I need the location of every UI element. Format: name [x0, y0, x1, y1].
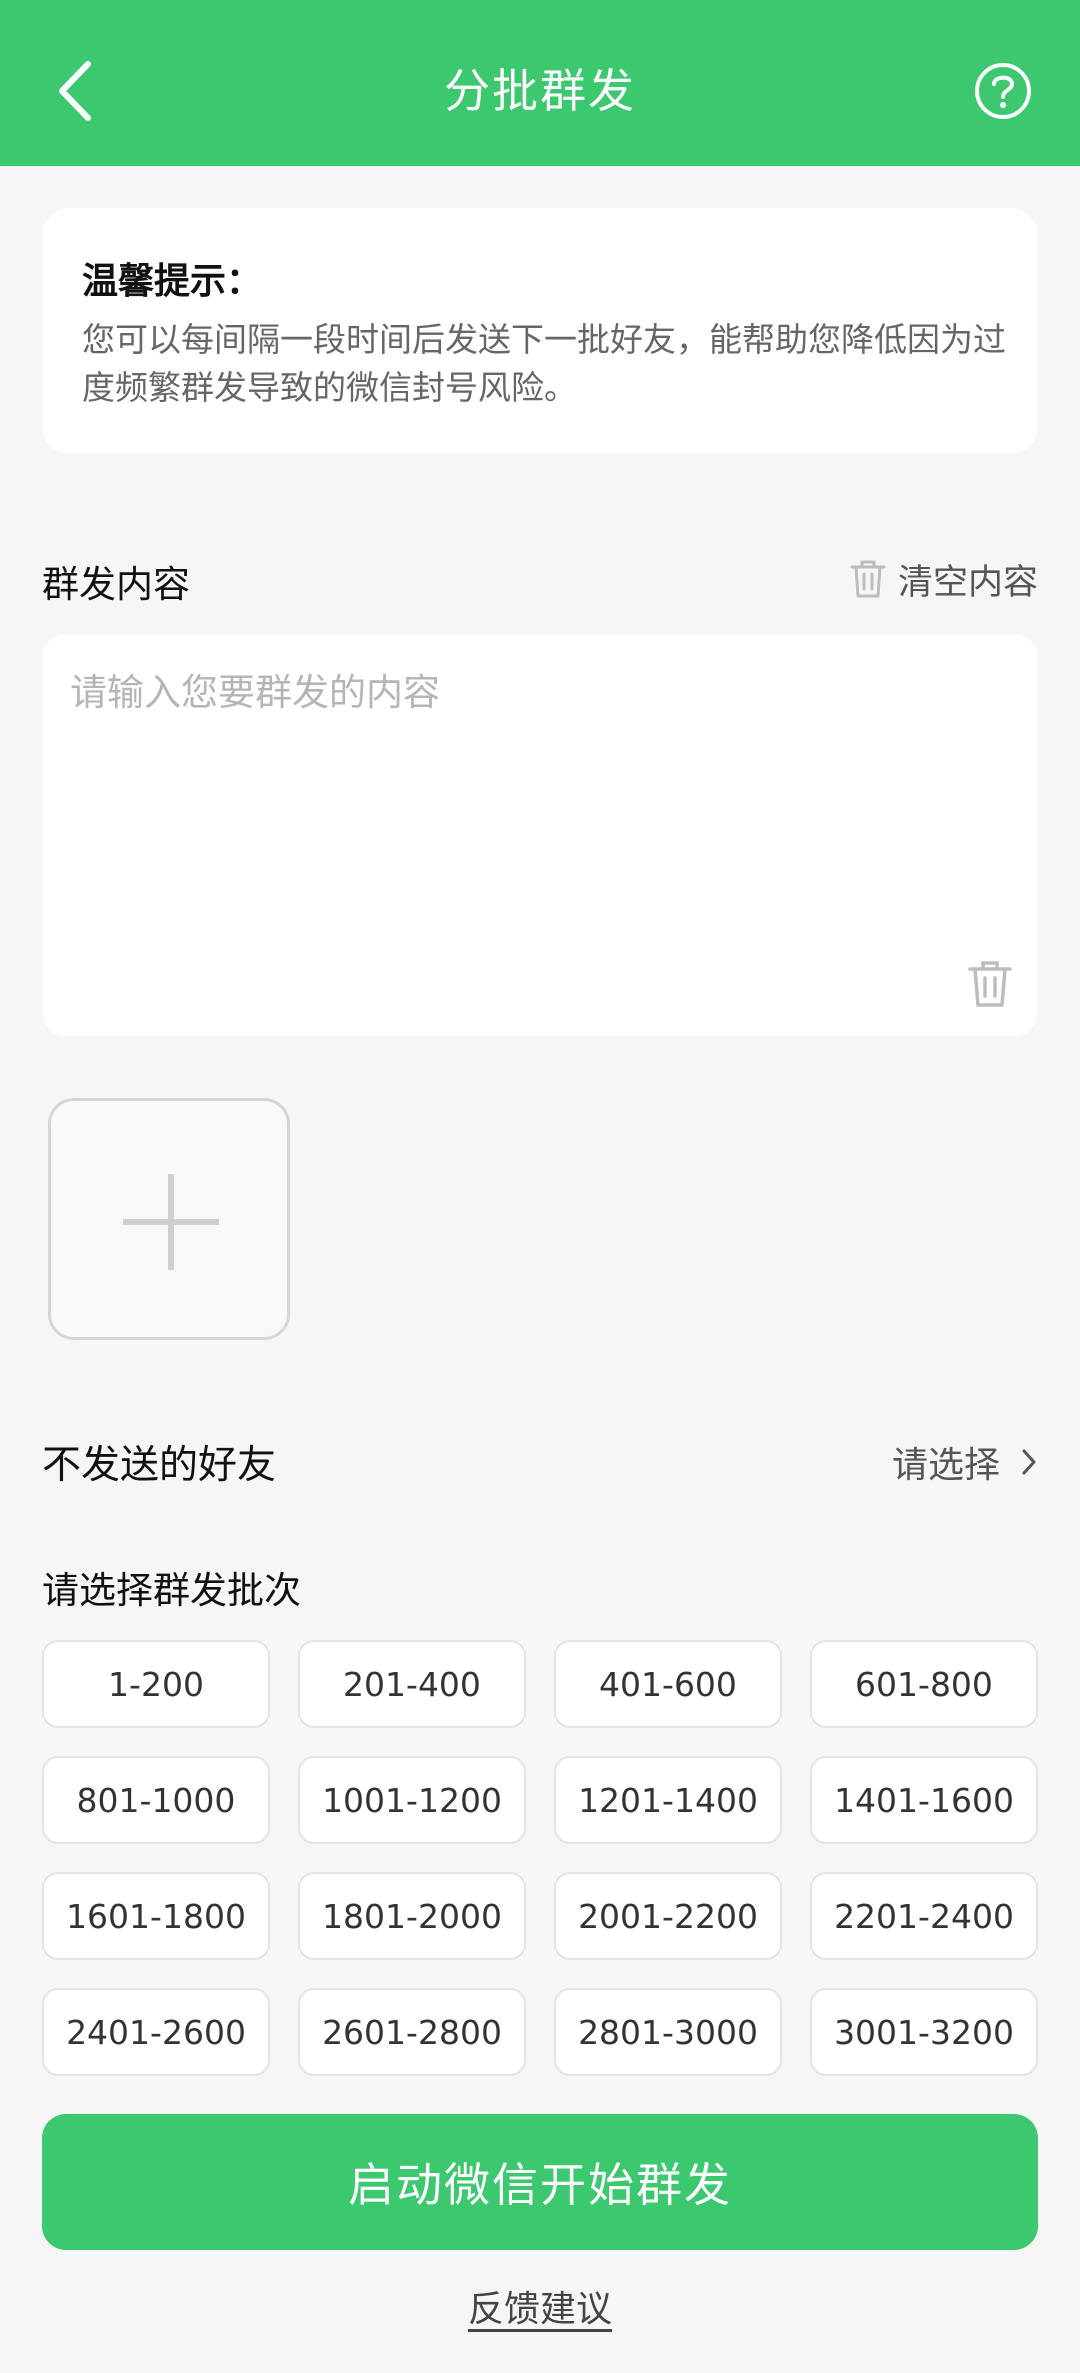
batch-option[interactable]: 3001-3200	[810, 1988, 1038, 2076]
batch-option[interactable]: 1201-1400	[554, 1756, 782, 1844]
chevron-right-icon	[1022, 1449, 1036, 1475]
top-bar: 分批群发	[0, 0, 1080, 166]
exclude-friends-label: 不发送的好友	[42, 1443, 277, 1488]
batch-option[interactable]: 1601-1800	[42, 1872, 270, 1960]
tip-title: 温馨提示：	[82, 261, 263, 302]
question-circle-icon	[975, 63, 1031, 119]
page-title: 分批群发	[444, 64, 636, 118]
batch-grid: 1-200 201-400 401-600 601-800 801-1000 1…	[42, 1640, 1038, 2076]
batch-option[interactable]: 1-200	[42, 1640, 270, 1728]
exclude-friends-select[interactable]: 请选择	[892, 1436, 1038, 1488]
batch-option[interactable]: 2801-3000	[554, 1988, 782, 2076]
batch-option[interactable]: 401-600	[554, 1640, 782, 1728]
batch-option[interactable]: 2001-2200	[554, 1872, 782, 1960]
content-input[interactable]	[70, 662, 930, 982]
content-label: 群发内容	[42, 563, 190, 606]
start-broadcast-button[interactable]: 启动微信开始群发	[42, 2114, 1038, 2250]
inner-clear-button[interactable]	[966, 958, 1014, 1014]
feedback-link[interactable]: 反馈建议	[0, 2280, 1080, 2332]
batch-option[interactable]: 201-400	[298, 1640, 526, 1728]
batch-label: 请选择群发批次	[42, 1569, 301, 1612]
tip-body: 您可以每间隔一段时间后发送下一批好友，能帮助您降低因为过度频繁群发导致的微信封号…	[82, 320, 1006, 407]
batch-option[interactable]: 2601-2800	[298, 1988, 526, 2076]
add-image-button[interactable]	[48, 1098, 290, 1340]
batch-option[interactable]: 1001-1200	[298, 1756, 526, 1844]
trash-icon	[850, 560, 886, 598]
help-button[interactable]	[972, 60, 1034, 122]
tip-card: 温馨提示： 您可以每间隔一段时间后发送下一批好友，能帮助您降低因为过度频繁群发导…	[42, 208, 1038, 454]
batch-option[interactable]: 2401-2600	[42, 1988, 270, 2076]
batch-option[interactable]: 601-800	[810, 1640, 1038, 1728]
batch-option[interactable]: 1801-2000	[298, 1872, 526, 1960]
clear-content-button[interactable]: 清空内容	[848, 554, 1038, 604]
batch-option[interactable]: 2201-2400	[810, 1872, 1038, 1960]
batch-option[interactable]: 801-1000	[42, 1756, 270, 1844]
exclude-friends-row[interactable]: 不发送的好友 请选择	[42, 1420, 1038, 1500]
exclude-friends-value: 请选择	[891, 1445, 1000, 1486]
trash-icon	[968, 961, 1012, 1007]
clear-content-label: 清空内容	[897, 562, 1038, 603]
content-box	[42, 634, 1038, 1036]
batch-option[interactable]: 1401-1600	[810, 1756, 1038, 1844]
